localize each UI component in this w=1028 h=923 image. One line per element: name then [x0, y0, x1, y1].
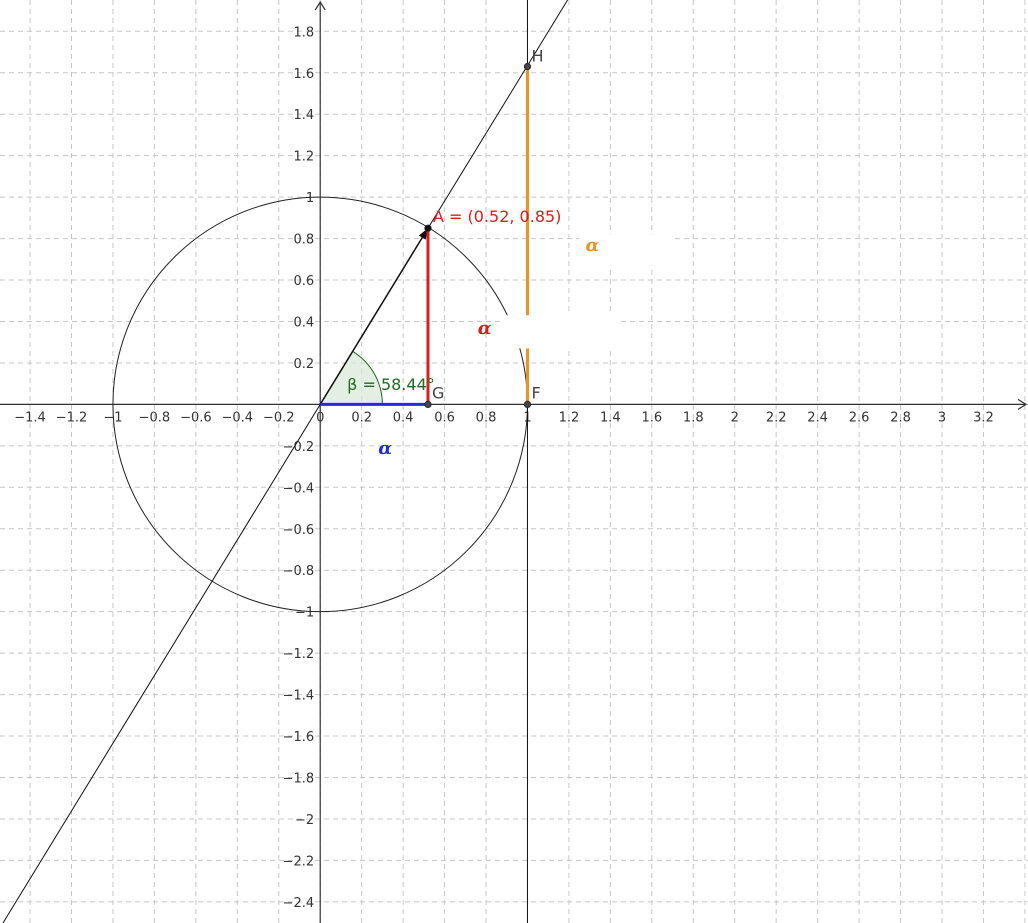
x-tick-label: 0.2	[351, 410, 372, 425]
angle-label: β = 58.44°	[347, 375, 435, 394]
y-tick-label: −0.8	[283, 564, 315, 579]
x-tick-label: −0.4	[222, 410, 254, 425]
point-f	[523, 400, 532, 408]
x-tick-label: 1.4	[600, 410, 621, 425]
y-tick-label: 1.4	[294, 108, 315, 123]
y-tick-label: 0.2	[294, 357, 315, 372]
point-h-label: H	[531, 47, 543, 66]
x-tick-label: 3.2	[973, 410, 994, 425]
point-g	[424, 400, 432, 408]
y-tick-label: −1.4	[283, 689, 315, 704]
x-tick-label: −0.8	[139, 410, 171, 425]
y-tick-label: −2	[295, 813, 314, 828]
x-tick-label: 1.8	[683, 410, 704, 425]
x-tick-label: 1.2	[559, 410, 580, 425]
y-tick-label: −0.4	[283, 481, 315, 496]
x-tick-label: 0.4	[393, 410, 414, 425]
x-tick-label: 2.8	[890, 410, 911, 425]
grid	[0, 0, 1028, 923]
axes	[0, 0, 1028, 923]
x-tick-label: 1.6	[641, 410, 662, 425]
labels: A = (0.52, 0.85)G FHβ = 58.44°ααα	[347, 47, 599, 460]
tick-labels: −1.4 −1.2 −1 −0.8 −0.6 −0.4 −0.2 0 0.2 0.4 0.6 0.8 1…	[14, 25, 994, 911]
y-tick-label: 0.4	[294, 315, 315, 330]
y-tick-label: −1.2	[283, 647, 315, 662]
x-tick-label: −1.2	[56, 410, 88, 425]
shapes	[2, 0, 673, 923]
y-tick-label: 0.8	[294, 233, 315, 248]
x-tick-label: −1.4	[14, 410, 46, 425]
point-a	[424, 224, 432, 232]
x-tick-label: −0.6	[180, 410, 212, 425]
y-tick-label: −1.6	[283, 730, 315, 745]
y-tick-label: −0.2	[283, 440, 315, 455]
point-a-label: A = (0.52, 0.85)	[433, 207, 561, 226]
x-tick-label: 2.6	[849, 410, 870, 425]
x-tick-label: 2.4	[807, 410, 828, 425]
cosine-alpha-label: α	[378, 438, 392, 459]
y-tick-label: 1.6	[294, 67, 315, 82]
point-h	[523, 62, 532, 71]
y-tick-label: 1	[306, 191, 314, 206]
x-tick-label: 0.6	[434, 410, 455, 425]
y-tick-label: 0.6	[294, 274, 315, 289]
tangent-alpha-label: α	[586, 235, 600, 256]
y-tick-label: −1	[295, 606, 314, 621]
x-tick-label: −0.2	[263, 410, 295, 425]
x-tick-label: 2.2	[766, 410, 787, 425]
y-tick-label: −1.8	[283, 771, 315, 786]
sine-alpha-label: α	[478, 318, 492, 339]
x-tick-label: 3	[938, 410, 946, 425]
geometry-canvas[interactable]: −1.4 −1.2 −1 −0.8 −0.6 −0.4 −0.2 0 0.2 0.4 0.6 0.8 1…	[0, 0, 1028, 923]
y-tick-label: 1.8	[294, 25, 315, 40]
x-tick-label: 2	[731, 410, 739, 425]
y-tick-label: −2.4	[283, 896, 315, 911]
y-tick-label: −0.6	[283, 523, 315, 538]
y-tick-label: 1.2	[294, 150, 315, 165]
x-tick-label: 0.8	[476, 410, 497, 425]
y-tick-label: −2.2	[283, 854, 315, 869]
x-tick-label: 0	[316, 410, 324, 425]
point-f-label: F	[531, 383, 540, 402]
label-background	[502, 315, 619, 349]
